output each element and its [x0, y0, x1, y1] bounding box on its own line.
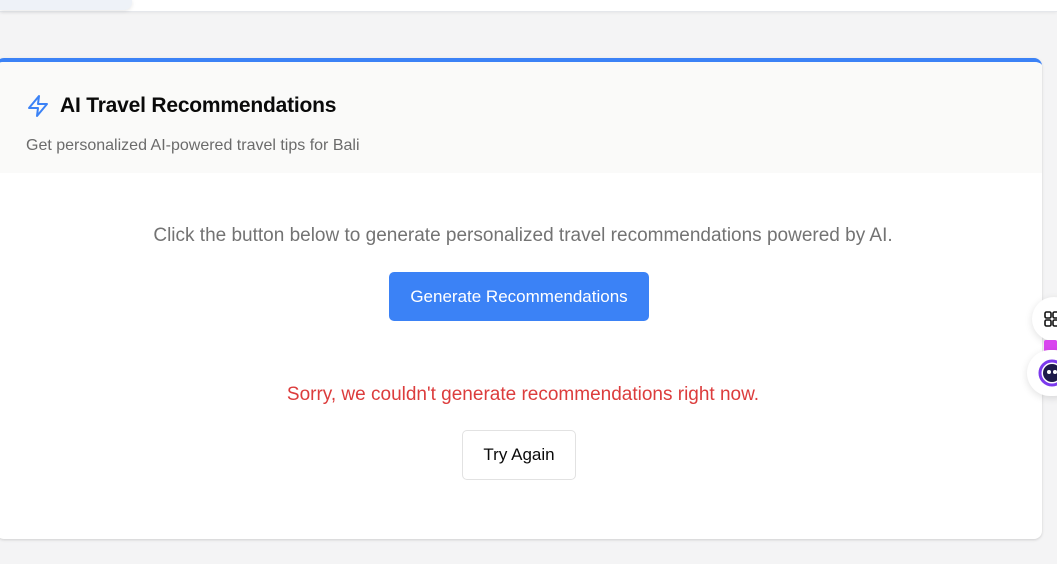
card-subtitle: Get personalized AI-powered travel tips …	[26, 137, 360, 154]
card-title-row: AI Travel Recommendations	[26, 94, 336, 118]
card-header: AI Travel Recommendations Get personaliz…	[0, 62, 1042, 173]
top-navigation-bar	[0, 0, 1057, 12]
generate-recommendations-button[interactable]: Generate Recommendations	[389, 272, 649, 321]
ai-recommendations-card: AI Travel Recommendations Get personaliz…	[0, 58, 1042, 539]
lightning-bolt-icon	[26, 94, 50, 118]
error-message: Sorry, we couldn't generate recommendati…	[286, 384, 760, 405]
try-again-button[interactable]: Try Again	[462, 430, 576, 480]
intro-text: Click the button below to generate perso…	[153, 225, 893, 246]
top-nav-active-tab[interactable]	[0, 0, 132, 10]
card-title: AI Travel Recommendations	[60, 94, 337, 117]
